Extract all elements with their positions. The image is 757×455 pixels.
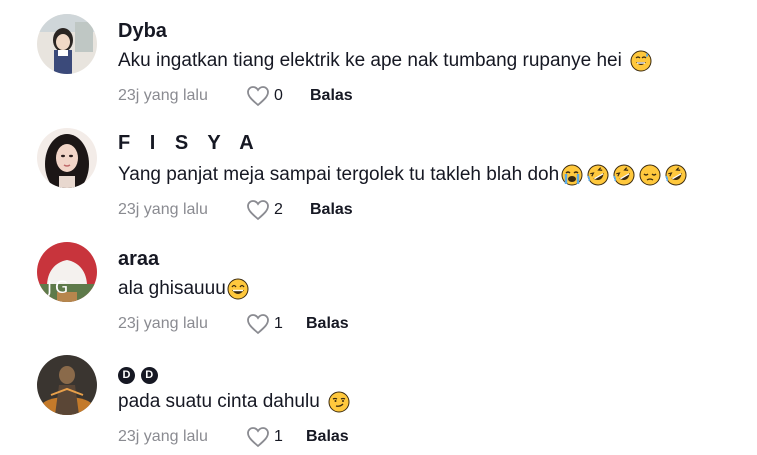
comment-item: Dyba Aku ingatkan tiang elektrik ke ape … bbox=[0, 0, 757, 114]
comment-meta: 23j yang lalu 1 Balas bbox=[118, 313, 349, 335]
comment-meta: 23j yang lalu 1 Balas bbox=[118, 426, 349, 448]
comment-timestamp: 23j yang lalu bbox=[118, 428, 208, 445]
like-button[interactable]: 1 bbox=[246, 313, 306, 335]
grinning-sweat-emoji bbox=[630, 50, 652, 72]
reply-button[interactable]: Balas bbox=[310, 201, 353, 219]
like-count: 1 bbox=[274, 428, 283, 445]
heart-outline-icon bbox=[247, 86, 269, 107]
comment-username[interactable]: Dyba bbox=[118, 20, 167, 43]
reply-button[interactable]: Balas bbox=[306, 428, 349, 446]
rolling-laughing-emoji bbox=[587, 164, 609, 186]
heart-outline-icon bbox=[247, 200, 269, 221]
heart-outline-icon bbox=[247, 314, 269, 335]
like-count: 0 bbox=[274, 87, 283, 104]
pensive-emoji bbox=[639, 164, 661, 186]
comment-username[interactable]: F I S Y A bbox=[118, 132, 261, 155]
comment-meta: 23j yang lalu 2 Balas bbox=[118, 199, 353, 221]
comment-text: ala ghisauuu bbox=[118, 278, 249, 300]
circled-d-icon: D bbox=[140, 366, 158, 384]
comment-item: F I S Y A Yang panjat meja sampai tergol… bbox=[0, 114, 757, 228]
rolling-laughing-emoji bbox=[665, 164, 687, 186]
comment-text-body: Aku ingatkan tiang elektrik ke ape nak t… bbox=[118, 50, 622, 71]
like-count: 1 bbox=[274, 315, 283, 332]
heart-outline-icon bbox=[247, 427, 269, 448]
rolling-laughing-emoji bbox=[613, 164, 635, 186]
comment-item: D D pada suatu cinta dahulu 23j yang lal… bbox=[0, 341, 757, 455]
smirking-emoji bbox=[328, 391, 350, 413]
avatar-logo-text: JG bbox=[47, 278, 72, 298]
comment-text-body: Yang panjat meja sampai tergolek tu takl… bbox=[118, 164, 560, 185]
circled-d-icon: D bbox=[118, 366, 135, 384]
comment-text: Aku ingatkan tiang elektrik ke ape nak t… bbox=[118, 50, 652, 72]
comment-username[interactable]: D D bbox=[118, 363, 158, 384]
reply-button[interactable]: Balas bbox=[310, 87, 353, 105]
avatar[interactable] bbox=[37, 14, 97, 74]
comment-text: pada suatu cinta dahulu bbox=[118, 391, 350, 413]
avatar[interactable] bbox=[37, 355, 97, 415]
laughing-emoji bbox=[227, 278, 249, 300]
comment-text-body: pada suatu cinta dahulu bbox=[118, 391, 320, 412]
comment-meta: 23j yang lalu 0 Balas bbox=[118, 85, 353, 107]
loudly-crying-emoji bbox=[561, 164, 583, 186]
comment-timestamp: 23j yang lalu bbox=[118, 201, 208, 218]
comment-timestamp: 23j yang lalu bbox=[118, 315, 208, 332]
reply-button[interactable]: Balas bbox=[306, 315, 349, 333]
avatar[interactable] bbox=[37, 128, 97, 188]
like-count: 2 bbox=[274, 201, 283, 218]
comment-item: JG araa ala ghisauuu 23j yang lalu 1 Bal… bbox=[0, 228, 757, 342]
like-button[interactable]: 2 bbox=[246, 199, 310, 221]
comment-username[interactable]: araa bbox=[118, 248, 159, 271]
comment-text-body: ala ghisauuu bbox=[118, 278, 226, 299]
avatar[interactable]: JG bbox=[37, 242, 97, 302]
like-button[interactable]: 0 bbox=[246, 85, 310, 107]
comment-timestamp: 23j yang lalu bbox=[118, 87, 208, 104]
like-button[interactable]: 1 bbox=[246, 426, 306, 448]
comment-text: Yang panjat meja sampai tergolek tu takl… bbox=[118, 164, 687, 186]
